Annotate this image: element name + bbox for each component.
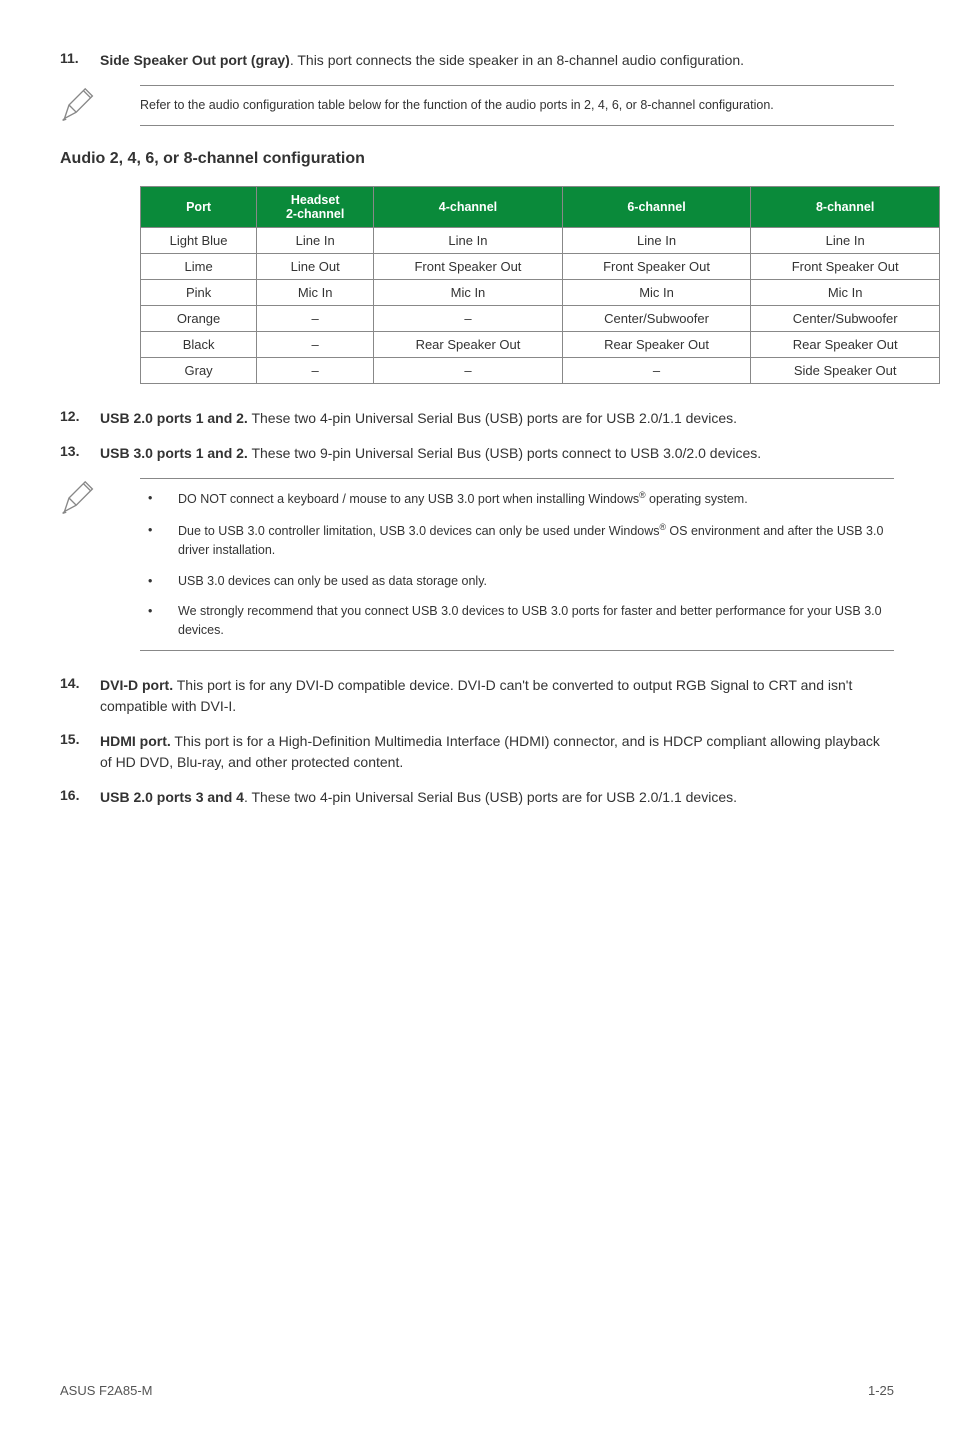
item-text: This port is for a High-Definition Multi… (100, 733, 880, 770)
item-text: These two 4-pin Universal Serial Bus (US… (248, 410, 737, 426)
th-6ch: 6-channel (562, 187, 751, 228)
list-item-12: 12. USB 2.0 ports 1 and 2. These two 4-p… (60, 408, 894, 429)
item-body: USB 3.0 ports 1 and 2. These two 9-pin U… (100, 443, 894, 464)
note-body: • DO NOT connect a keyboard / mouse to a… (140, 478, 894, 651)
item-number: 13. (60, 443, 100, 464)
footer-right: 1-25 (868, 1383, 894, 1398)
table-row: Light Blue Line In Line In Line In Line … (141, 228, 940, 254)
bullet-icon: • (140, 521, 178, 560)
th-port: Port (141, 187, 257, 228)
item-title: DVI-D port. (100, 677, 173, 693)
bullet-text: We strongly recommend that you connect U… (178, 602, 894, 640)
list-item-14: 14. DVI-D port. This port is for any DVI… (60, 675, 894, 717)
bullet-icon: • (140, 572, 178, 591)
note-bullet: • USB 3.0 devices can only be used as da… (140, 572, 894, 591)
list-item-13: 13. USB 3.0 ports 1 and 2. These two 9-p… (60, 443, 894, 464)
note-box-2: • DO NOT connect a keyboard / mouse to a… (60, 478, 894, 651)
footer-left: ASUS F2A85-M (60, 1383, 152, 1398)
table-row: Pink Mic In Mic In Mic In Mic In (141, 280, 940, 306)
pencil-icon (60, 85, 140, 126)
item-body: DVI-D port. This port is for any DVI-D c… (100, 675, 894, 717)
item-title: HDMI port. (100, 733, 171, 749)
item-number: 14. (60, 675, 100, 717)
note-text: Refer to the audio configuration table b… (140, 85, 894, 126)
item-text: . This port connects the side speaker in… (290, 52, 744, 68)
list-item-16: 16. USB 2.0 ports 3 and 4. These two 4-p… (60, 787, 894, 808)
bullet-text: DO NOT connect a keyboard / mouse to any… (178, 489, 894, 509)
bullet-text: USB 3.0 devices can only be used as data… (178, 572, 894, 591)
item-number: 16. (60, 787, 100, 808)
item-body: Side Speaker Out port (gray). This port … (100, 50, 894, 71)
item-body: USB 2.0 ports 1 and 2. These two 4-pin U… (100, 408, 894, 429)
item-number: 11. (60, 50, 100, 71)
item-title: Side Speaker Out port (gray) (100, 52, 290, 68)
item-title: USB 2.0 ports 1 and 2. (100, 410, 248, 426)
item-text: This port is for any DVI-D compatible de… (100, 677, 852, 714)
th-8ch: 8-channel (751, 187, 940, 228)
audio-config-table: Port Headset2-channel 4-channel 6-channe… (140, 186, 940, 384)
pencil-icon (60, 478, 140, 519)
note-bullet: • DO NOT connect a keyboard / mouse to a… (140, 489, 894, 509)
note-box-1: Refer to the audio configuration table b… (60, 85, 894, 126)
item-text: These two 9-pin Universal Serial Bus (US… (248, 445, 761, 461)
item-body: HDMI port. This port is for a High-Defin… (100, 731, 894, 773)
bullet-icon: • (140, 489, 178, 509)
table-row: Black – Rear Speaker Out Rear Speaker Ou… (141, 332, 940, 358)
list-item-11: 11. Side Speaker Out port (gray). This p… (60, 50, 894, 71)
page-footer: ASUS F2A85-M 1-25 (60, 1383, 894, 1398)
table-row: Orange – – Center/Subwoofer Center/Subwo… (141, 306, 940, 332)
item-title: USB 3.0 ports 1 and 2. (100, 445, 248, 461)
table-row: Lime Line Out Front Speaker Out Front Sp… (141, 254, 940, 280)
item-number: 15. (60, 731, 100, 773)
item-text: . These two 4-pin Universal Serial Bus (… (244, 789, 737, 805)
th-4ch: 4-channel (374, 187, 563, 228)
note-bullet: • We strongly recommend that you connect… (140, 602, 894, 640)
item-number: 12. (60, 408, 100, 429)
note-bullet: • Due to USB 3.0 controller limitation, … (140, 521, 894, 560)
table-row: Gray – – – Side Speaker Out (141, 358, 940, 384)
list-item-15: 15. HDMI port. This port is for a High-D… (60, 731, 894, 773)
item-title: USB 2.0 ports 3 and 4 (100, 789, 244, 805)
th-2ch: Headset2-channel (257, 187, 374, 228)
section-heading: Audio 2, 4, 6, or 8-channel configuratio… (60, 150, 894, 168)
bullet-icon: • (140, 602, 178, 640)
bullet-text: Due to USB 3.0 controller limitation, US… (178, 521, 894, 560)
item-body: USB 2.0 ports 3 and 4. These two 4-pin U… (100, 787, 894, 808)
